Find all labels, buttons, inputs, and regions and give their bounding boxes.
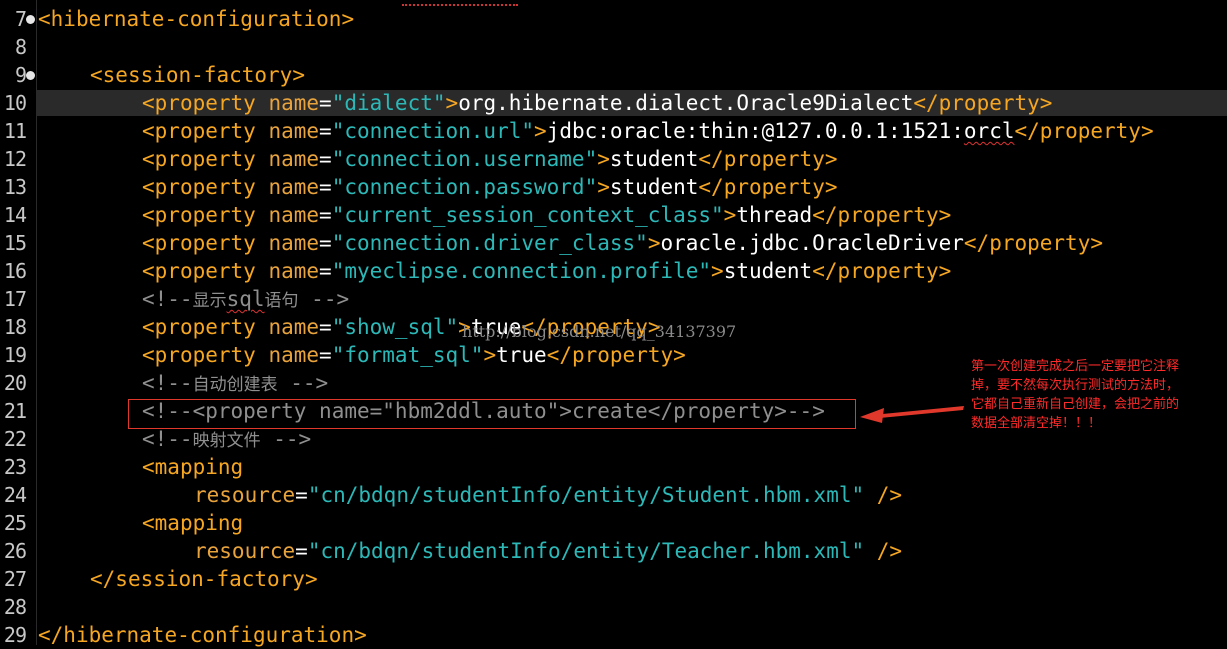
code-line[interactable]: 8 <box>0 33 1227 61</box>
xml-comment: <!--映射文件 --> <box>142 427 312 451</box>
line-number: 9 <box>14 63 27 87</box>
code-line[interactable]: 17 <!--显示sql语句 --> <box>0 285 1227 313</box>
line-number: 14 <box>3 203 27 227</box>
line-number: 17 <box>3 287 27 311</box>
code-line[interactable]: 26 resource="cn/bdqn/studentInfo/entity/… <box>0 537 1227 565</box>
line-number: 12 <box>3 147 27 171</box>
line-number: 23 <box>3 455 27 479</box>
line-number: 27 <box>3 567 27 591</box>
line-number: 22 <box>3 427 27 451</box>
code-line[interactable]: 14 <property name="current_session_conte… <box>0 201 1227 229</box>
line-number: 24 <box>3 483 27 507</box>
line-number: 18 <box>3 315 27 339</box>
line-number: 20 <box>3 371 27 395</box>
line-number: 16 <box>3 259 27 283</box>
code-line[interactable]: 15 <property name="connection.driver_cla… <box>0 229 1227 257</box>
code-line[interactable]: 23 <mapping <box>0 453 1227 481</box>
code-line[interactable]: 9 <session-factory> <box>0 61 1227 89</box>
annotation-note: 第一次创建完成之后一定要把它注释 掉，要不然每次执行测试的方法时， 它都自己重新… <box>971 359 1180 431</box>
line-number: 21 <box>3 399 27 423</box>
line-number: 10 <box>3 91 27 115</box>
xml-comment: <!--显示sql语句 --> <box>142 287 350 311</box>
code-line[interactable]: 24 resource="cn/bdqn/studentInfo/entity/… <box>0 481 1227 509</box>
line-number: 28 <box>3 595 27 619</box>
code-line[interactable]: 7 <hibernate-configuration> <box>0 5 1227 33</box>
watermark: http://blog.csdn.net/qq_34137397 <box>462 322 737 341</box>
code-line[interactable]: 28 <box>0 593 1227 621</box>
annotation-highlight-box <box>128 399 856 429</box>
line-number: 7 <box>14 7 27 31</box>
fold-toggle-icon[interactable] <box>26 71 35 80</box>
line-number: 11 <box>3 119 27 143</box>
code-line[interactable]: 12 <property name="connection.username">… <box>0 145 1227 173</box>
line-number: 19 <box>3 343 27 367</box>
code-line[interactable]: 16 <property name="myeclipse.connection.… <box>0 257 1227 285</box>
code-line[interactable]: 27 </session-factory> <box>0 565 1227 593</box>
line-number: 15 <box>3 231 27 255</box>
line-number: 8 <box>14 35 27 59</box>
code-line[interactable]: 11 <property name="connection.url">jdbc:… <box>0 117 1227 145</box>
code-line[interactable]: 13 <property name="connection.password">… <box>0 173 1227 201</box>
fold-toggle-icon[interactable] <box>26 15 35 24</box>
code-line[interactable]: 25 <mapping <box>0 509 1227 537</box>
line-number: 26 <box>3 539 27 563</box>
arrow-icon <box>860 406 964 423</box>
xml-comment: <!--自动创建表 --> <box>142 371 329 395</box>
code-line-current[interactable]: 10 <property name="dialect">org.hibernat… <box>0 89 1227 117</box>
line-number: 25 <box>3 511 27 535</box>
line-number: 13 <box>3 175 27 199</box>
